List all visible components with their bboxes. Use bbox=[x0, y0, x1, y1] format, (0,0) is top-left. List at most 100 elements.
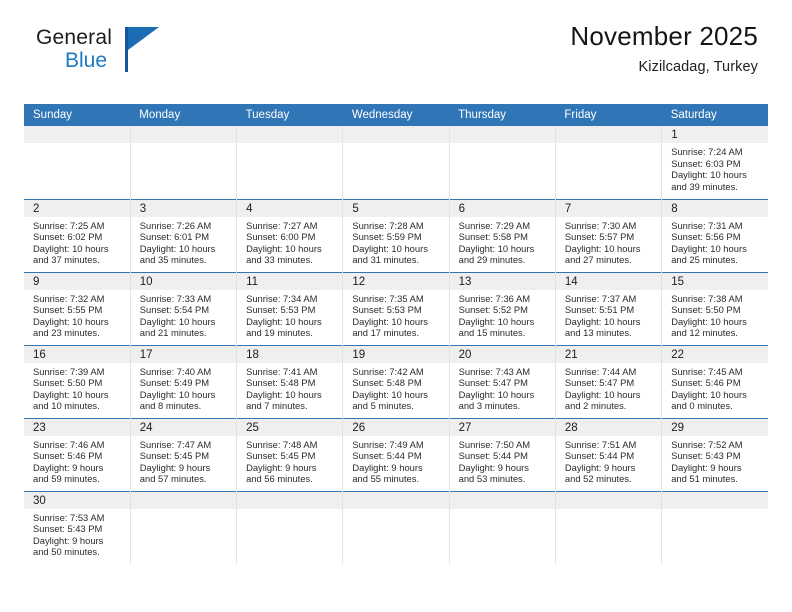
sunset-time: Sunset: 5:52 PM bbox=[458, 304, 528, 316]
day-details: Sunrise: 7:33 AM Sunset: 5:54 PM Daylight:… bbox=[131, 290, 236, 339]
sunset-time: Sunset: 5:59 PM bbox=[352, 231, 422, 243]
sunset-time: Sunset: 5:45 PM bbox=[246, 450, 316, 462]
day-number bbox=[555, 126, 662, 143]
day-cell-empty bbox=[236, 490, 344, 564]
day-number bbox=[237, 491, 343, 509]
day-cell-empty bbox=[449, 490, 556, 564]
daylight-duration-line1: Daylight: 9 hours bbox=[33, 461, 104, 473]
day-cell[interactable]: 26 Sunrise: 7:49 AM Sunset: 5:44 PM Dayligh… bbox=[342, 417, 450, 491]
sunrise-time: Sunrise: 7:31 AM bbox=[671, 219, 743, 231]
day-cell[interactable]: 14 Sunrise: 7:37 AM Sunset: 5:51 PM Dayligh… bbox=[555, 271, 663, 345]
day-cell[interactable]: 21 Sunrise: 7:44 AM Sunset: 5:47 PM Dayligh… bbox=[555, 344, 663, 418]
sunrise-time: Sunrise: 7:28 AM bbox=[352, 219, 424, 231]
daylight-duration-line1: Daylight: 10 hours bbox=[139, 388, 216, 400]
day-cell[interactable]: 19 Sunrise: 7:42 AM Sunset: 5:48 PM Dayligh… bbox=[342, 344, 450, 418]
day-cell[interactable]: 18 Sunrise: 7:41 AM Sunset: 5:48 PM Dayligh… bbox=[236, 344, 344, 418]
day-number: 5 bbox=[343, 199, 449, 217]
daylight-duration-line1: Daylight: 9 hours bbox=[33, 534, 104, 546]
day-cell[interactable]: 27 Sunrise: 7:50 AM Sunset: 5:44 PM Dayligh… bbox=[449, 417, 556, 491]
daylight-duration-line2: and 35 minutes. bbox=[139, 254, 207, 266]
calendar-week-row: 23 Sunrise: 7:46 AM Sunset: 5:46 PM Dayligh… bbox=[24, 417, 768, 491]
day-cell[interactable]: 10 Sunrise: 7:33 AM Sunset: 5:54 PM Dayligh… bbox=[130, 271, 238, 345]
day-cell[interactable]: 5 Sunrise: 7:28 AM Sunset: 5:59 PM Daylight… bbox=[342, 198, 450, 272]
day-cell[interactable]: 7 Sunrise: 7:30 AM Sunset: 5:57 PM Daylight… bbox=[555, 198, 663, 272]
sunset-time: Sunset: 5:46 PM bbox=[671, 377, 741, 389]
day-details: Sunrise: 7:48 AM Sunset: 5:45 PM Daylight:… bbox=[237, 436, 342, 485]
day-cell[interactable]: 13 Sunrise: 7:36 AM Sunset: 5:52 PM Dayligh… bbox=[449, 271, 556, 345]
calendar-page: General Blue November 2025 Kizilcadag, T… bbox=[0, 0, 792, 612]
day-cell[interactable]: 29 Sunrise: 7:52 AM Sunset: 5:43 PM Dayligh… bbox=[661, 417, 768, 491]
day-cell[interactable]: 16 Sunrise: 7:39 AM Sunset: 5:50 PM Dayligh… bbox=[24, 344, 131, 418]
sunset-time: Sunset: 5:54 PM bbox=[139, 304, 210, 316]
day-details: Sunrise: 7:27 AM Sunset: 6:00 PM Daylight:… bbox=[237, 217, 342, 266]
day-cell[interactable]: 23 Sunrise: 7:46 AM Sunset: 5:46 PM Dayligh… bbox=[24, 417, 131, 491]
sunset-time: Sunset: 5:53 PM bbox=[246, 304, 316, 316]
sunrise-time: Sunrise: 7:33 AM bbox=[139, 292, 212, 304]
sunrise-time: Sunrise: 7:49 AM bbox=[352, 438, 424, 450]
day-details: Sunrise: 7:53 AM Sunset: 5:43 PM Daylight:… bbox=[24, 509, 130, 558]
daylight-duration-line2: and 21 minutes. bbox=[139, 327, 207, 339]
day-details: Sunrise: 7:43 AM Sunset: 5:47 PM Daylight:… bbox=[450, 363, 555, 412]
day-cell[interactable]: 4 Sunrise: 7:27 AM Sunset: 6:00 PM Daylight… bbox=[236, 198, 344, 272]
day-cell[interactable]: 24 Sunrise: 7:47 AM Sunset: 5:45 PM Dayligh… bbox=[130, 417, 238, 491]
day-cell[interactable]: 11 Sunrise: 7:34 AM Sunset: 5:53 PM Dayligh… bbox=[236, 271, 344, 345]
sunrise-time: Sunrise: 7:37 AM bbox=[564, 292, 637, 304]
daylight-duration-line1: Daylight: 9 hours bbox=[458, 461, 529, 473]
day-details: Sunrise: 7:41 AM Sunset: 5:48 PM Daylight:… bbox=[237, 363, 342, 412]
sunset-time: Sunset: 5:55 PM bbox=[33, 304, 103, 316]
day-cell[interactable]: 1 Sunrise: 7:24 AM Sunset: 6:03 PM Daylight… bbox=[662, 126, 768, 199]
day-number: 18 bbox=[237, 345, 343, 363]
day-details: Sunrise: 7:47 AM Sunset: 5:45 PM Daylight:… bbox=[131, 436, 236, 485]
daylight-duration-line1: Daylight: 10 hours bbox=[139, 242, 216, 254]
day-cell-empty bbox=[24, 126, 131, 199]
sunrise-time: Sunrise: 7:41 AM bbox=[246, 365, 318, 377]
sunrise-time: Sunrise: 7:50 AM bbox=[458, 438, 531, 450]
day-cell[interactable]: 28 Sunrise: 7:51 AM Sunset: 5:44 PM Dayligh… bbox=[555, 417, 663, 491]
day-cell[interactable]: 25 Sunrise: 7:48 AM Sunset: 5:45 PM Dayligh… bbox=[236, 417, 344, 491]
day-cell[interactable]: 2 Sunrise: 7:25 AM Sunset: 6:02 PM Daylight… bbox=[24, 198, 131, 272]
general-blue-logo[interactable]: General Blue bbox=[36, 26, 236, 80]
daylight-duration-line1: Daylight: 10 hours bbox=[246, 315, 322, 327]
day-cell[interactable]: 3 Sunrise: 7:26 AM Sunset: 6:01 PM Daylight… bbox=[130, 198, 238, 272]
flag-icon bbox=[125, 27, 161, 75]
sunset-time: Sunset: 5:53 PM bbox=[352, 304, 422, 316]
logo-text-general: General bbox=[36, 26, 113, 49]
day-number bbox=[343, 491, 449, 509]
day-cell[interactable]: 8 Sunrise: 7:31 AM Sunset: 5:56 PM Daylight… bbox=[661, 198, 768, 272]
daylight-duration-line1: Daylight: 9 hours bbox=[671, 461, 742, 473]
day-cell[interactable]: 20 Sunrise: 7:43 AM Sunset: 5:47 PM Dayligh… bbox=[449, 344, 556, 418]
day-cell[interactable]: 17 Sunrise: 7:40 AM Sunset: 5:49 PM Dayligh… bbox=[130, 344, 238, 418]
daylight-duration-line1: Daylight: 10 hours bbox=[352, 388, 428, 400]
daylight-duration-line1: Daylight: 10 hours bbox=[458, 388, 535, 400]
sunrise-time: Sunrise: 7:43 AM bbox=[458, 365, 531, 377]
day-cell[interactable]: 12 Sunrise: 7:35 AM Sunset: 5:53 PM Dayligh… bbox=[342, 271, 450, 345]
day-number bbox=[555, 491, 662, 509]
day-cell[interactable]: 9 Sunrise: 7:32 AM Sunset: 5:55 PM Daylight… bbox=[24, 271, 131, 345]
sunrise-time: Sunrise: 7:27 AM bbox=[246, 219, 318, 231]
day-details: Sunrise: 7:25 AM Sunset: 6:02 PM Daylight:… bbox=[24, 217, 130, 266]
day-cell[interactable]: 15 Sunrise: 7:38 AM Sunset: 5:50 PM Dayligh… bbox=[661, 271, 768, 345]
day-cell[interactable]: 22 Sunrise: 7:45 AM Sunset: 5:46 PM Dayligh… bbox=[661, 344, 768, 418]
day-cell[interactable]: 30 Sunrise: 7:53 AM Sunset: 5:43 PM Dayligh… bbox=[24, 490, 131, 564]
daylight-duration-line2: and 0 minutes. bbox=[671, 400, 733, 412]
day-number: 11 bbox=[237, 272, 343, 290]
day-details: Sunrise: 7:40 AM Sunset: 5:49 PM Daylight:… bbox=[131, 363, 236, 412]
daylight-duration-line2: and 12 minutes. bbox=[671, 327, 738, 339]
day-details: Sunrise: 7:37 AM Sunset: 5:51 PM Daylight:… bbox=[556, 290, 661, 339]
daylight-duration-line2: and 59 minutes. bbox=[33, 473, 100, 485]
day-number bbox=[130, 126, 237, 143]
day-number: 7 bbox=[555, 199, 662, 217]
day-details: Sunrise: 7:32 AM Sunset: 5:55 PM Daylight:… bbox=[24, 290, 130, 339]
sunset-time: Sunset: 5:57 PM bbox=[564, 231, 635, 243]
day-number: 26 bbox=[343, 418, 449, 436]
sunset-time: Sunset: 5:48 PM bbox=[246, 377, 316, 389]
daylight-duration-line1: Daylight: 10 hours bbox=[246, 242, 322, 254]
daylight-duration-line1: Daylight: 10 hours bbox=[33, 388, 109, 400]
day-cell[interactable]: 6 Sunrise: 7:29 AM Sunset: 5:58 PM Daylight… bbox=[449, 198, 556, 272]
day-number: 8 bbox=[662, 199, 768, 217]
daylight-duration-line1: Daylight: 10 hours bbox=[671, 388, 747, 400]
daylight-duration-line2: and 50 minutes. bbox=[33, 546, 100, 558]
day-details: Sunrise: 7:42 AM Sunset: 5:48 PM Daylight:… bbox=[343, 363, 448, 412]
page-subtitle: Kizilcadag, Turkey bbox=[638, 58, 758, 75]
sunset-time: Sunset: 5:56 PM bbox=[671, 231, 741, 243]
